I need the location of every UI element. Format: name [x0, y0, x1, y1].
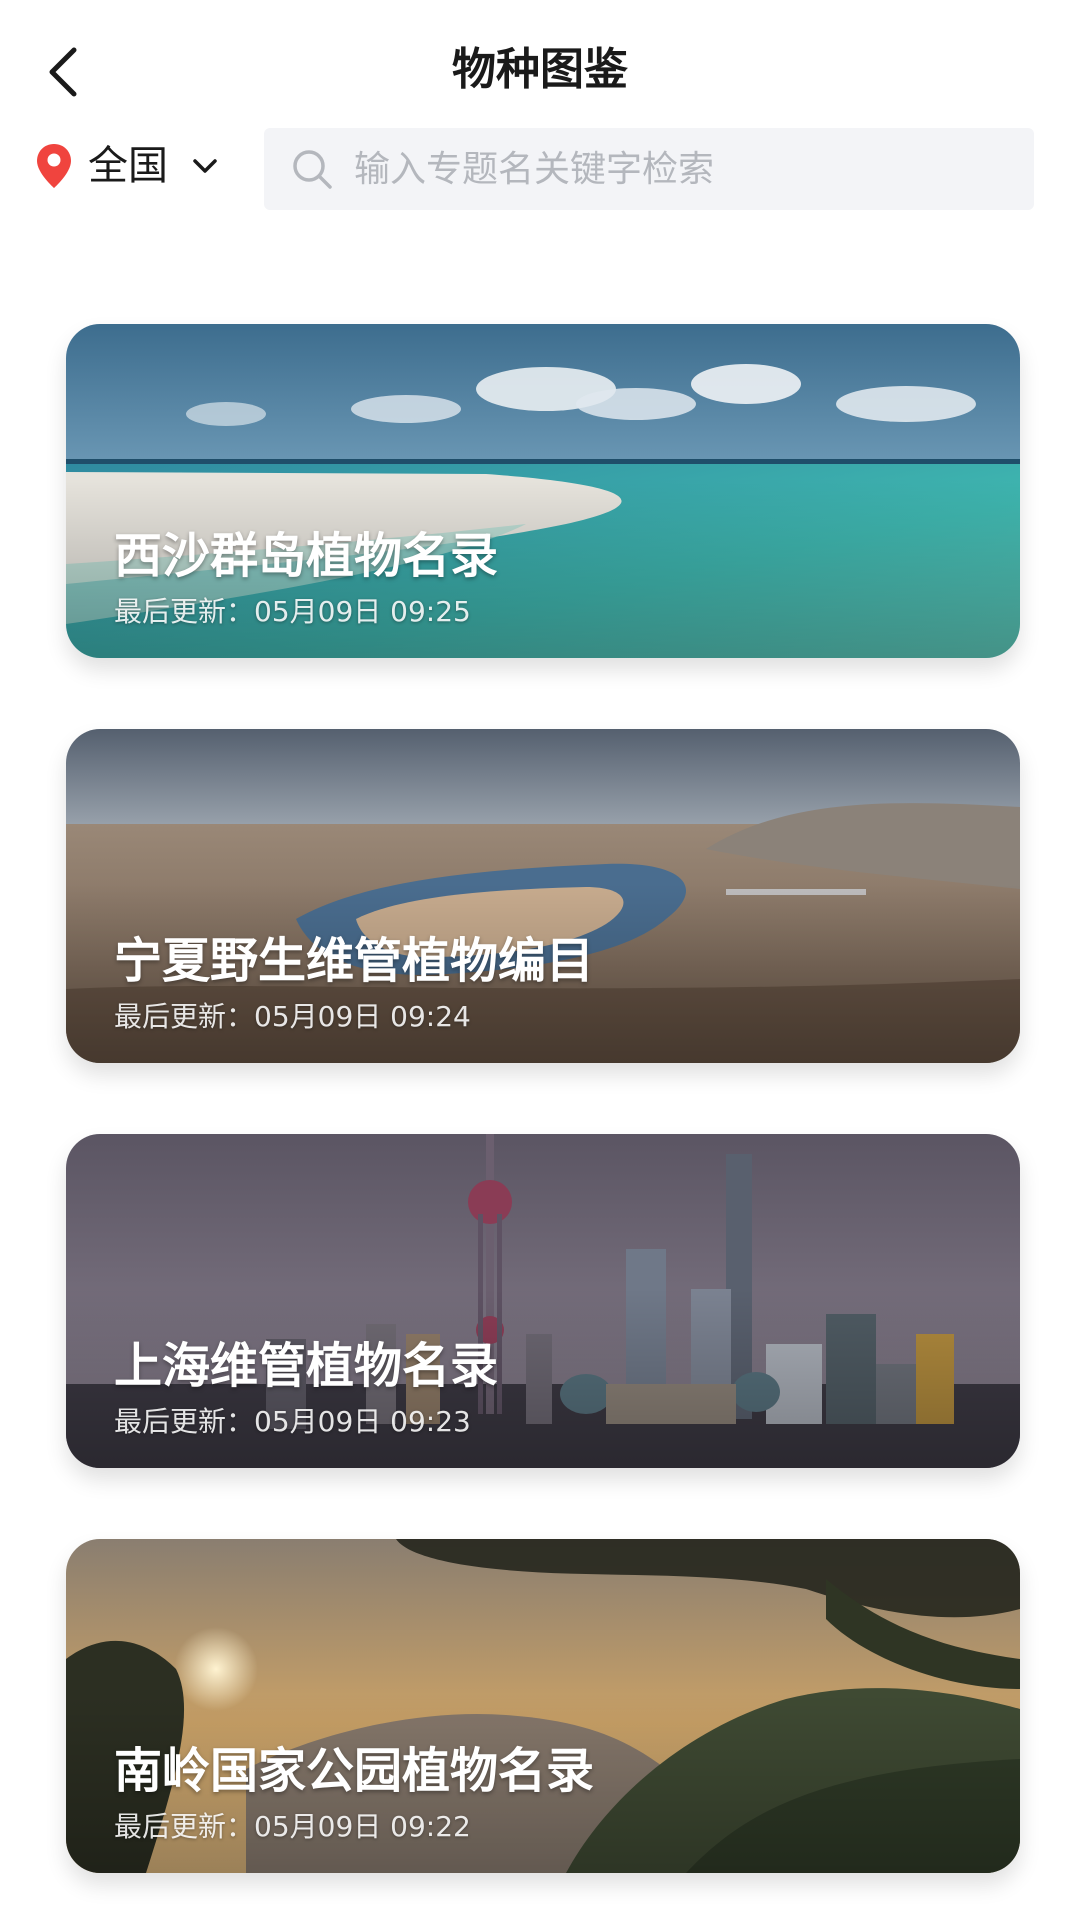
- location-pin-icon: [37, 144, 71, 188]
- topic-card-shanghai[interactable]: 上海维管植物名录 最后更新：05月09日 09:23: [66, 1134, 1020, 1468]
- region-dropdown[interactable]: 全国: [34, 134, 220, 198]
- card-updated-time: 最后更新：05月09日 09:23: [114, 1405, 471, 1438]
- card-updated-time: 最后更新：05月09日 09:22: [114, 1810, 471, 1843]
- card-title: 上海维管植物名录: [114, 1338, 499, 1394]
- card-title: 西沙群岛植物名录: [114, 528, 499, 584]
- card-title: 宁夏野生维管植物编目: [114, 933, 595, 989]
- chevron-down-icon: [193, 159, 217, 173]
- region-label: 全国: [88, 143, 168, 189]
- card-updated-time: 最后更新：05月09日 09:24: [114, 1000, 471, 1033]
- top-bar: 物种图鉴: [0, 0, 1080, 130]
- card-title: 南岭国家公园植物名录: [114, 1743, 595, 1799]
- topic-card-ningxia[interactable]: 宁夏野生维管植物编目 最后更新：05月09日 09:24: [66, 729, 1020, 1063]
- search-icon: [293, 150, 332, 189]
- topic-card-nanling[interactable]: 南岭国家公园植物名录 最后更新：05月09日 09:22: [66, 1539, 1020, 1873]
- search-bar[interactable]: [264, 128, 1034, 210]
- species-guide-screen: 物种图鉴 全国 输入专题名关键字检索 西沙群岛植物名录 最后更新：05月09日 …: [0, 0, 1080, 1920]
- search-input[interactable]: [352, 138, 996, 200]
- topic-card-xisha[interactable]: 西沙群岛植物名录 最后更新：05月09日 09:25: [66, 324, 1020, 658]
- card-updated-time: 最后更新：05月09日 09:25: [114, 595, 471, 628]
- topic-list: 西沙群岛植物名录 最后更新：05月09日 09:25 宁夏野生维管植物编目 最后…: [66, 324, 1020, 1920]
- page-title: 物种图鉴: [452, 44, 628, 95]
